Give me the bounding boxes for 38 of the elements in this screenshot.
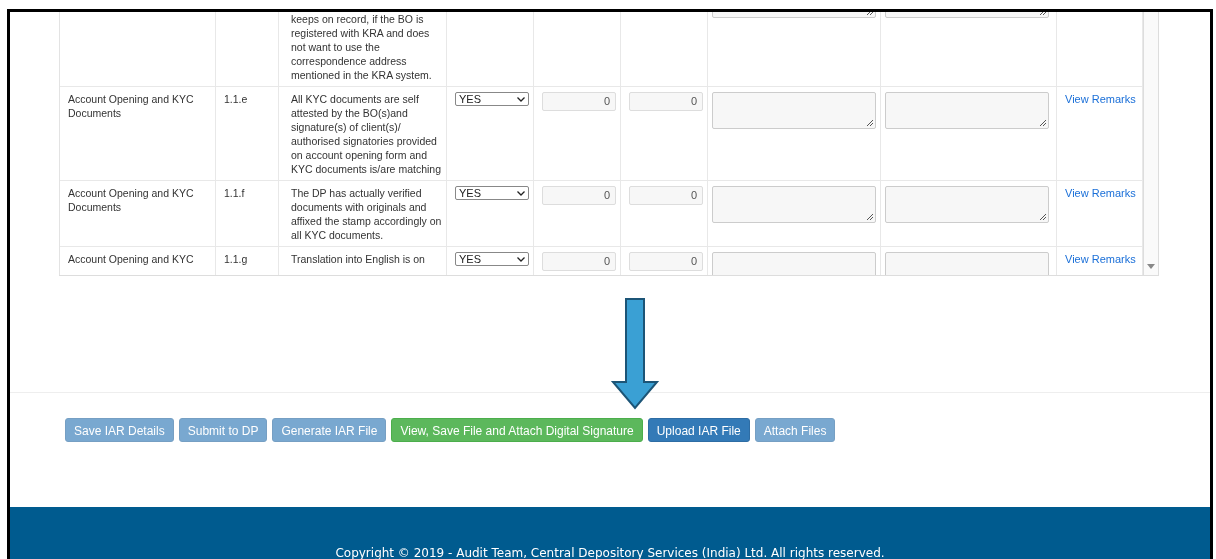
score-field[interactable]: 0 bbox=[629, 186, 703, 205]
area-text: Account Opening and KYC Documents bbox=[68, 186, 195, 214]
score-field[interactable]: 0 bbox=[542, 252, 616, 271]
question-text: keeps on record, if the BO is registered with KRA and does not want to use the correspondence address mentioned in the KRA system. bbox=[291, 12, 433, 82]
area-text: Account Opening and KYC bbox=[68, 252, 195, 266]
clause-number: 1.1.e bbox=[224, 92, 249, 106]
remarks-field[interactable] bbox=[712, 186, 876, 223]
copyright-text: Copyright © 2019 - Audit Team, Central Depository Services (India) Ltd. All rights reserved. bbox=[335, 546, 885, 559]
view-remarks-link[interactable]: View Remarks bbox=[1065, 93, 1136, 105]
score-field[interactable]: 0 bbox=[542, 186, 616, 205]
action-button[interactable]: Upload IAR File bbox=[647, 418, 750, 442]
resize-grip-icon[interactable] bbox=[1039, 213, 1046, 220]
caret-icon bbox=[517, 190, 525, 196]
score-field[interactable]: 0 bbox=[629, 92, 703, 111]
question-text: Translation into English is on bbox=[291, 252, 426, 266]
question-text: All KYC documents are self attested by the BO(s)and signature(s) of client(s)/ authorised signatories provided on account opening form and KYC documents is/are matching bbox=[291, 92, 442, 176]
area-text: Account Opening and KYC Documents bbox=[68, 92, 195, 120]
resize-grip-icon[interactable] bbox=[866, 213, 873, 220]
remarks-field[interactable] bbox=[712, 92, 876, 129]
clause-number: 1.1.g bbox=[224, 252, 249, 266]
caret-icon bbox=[517, 256, 525, 262]
scrollbar[interactable] bbox=[1143, 12, 1159, 275]
resize-grip-icon[interactable] bbox=[866, 119, 873, 126]
answer-dropdown[interactable]: YES bbox=[455, 92, 529, 106]
question-text: The DP has actually verified documents with originals and affixed the stamp accordingly on all KYC documents. bbox=[291, 186, 443, 242]
clause-number: 1.1.f bbox=[224, 186, 246, 200]
answer-dropdown[interactable]: YES bbox=[455, 252, 529, 266]
score-field[interactable]: 0 bbox=[629, 252, 703, 271]
view-remarks-link[interactable]: View Remarks bbox=[1065, 253, 1136, 265]
view-remarks-link[interactable]: View Remarks bbox=[1065, 187, 1136, 199]
down-arrow-icon bbox=[610, 298, 660, 410]
score-field[interactable]: 0 bbox=[542, 92, 616, 111]
remarks-field[interactable] bbox=[885, 92, 1049, 129]
answer-dropdown[interactable]: YES bbox=[455, 186, 529, 200]
scroll-down-icon[interactable] bbox=[1147, 264, 1155, 269]
remarks-field[interactable] bbox=[885, 186, 1049, 223]
caret-icon bbox=[517, 96, 525, 102]
resize-grip-icon[interactable] bbox=[1039, 119, 1046, 126]
